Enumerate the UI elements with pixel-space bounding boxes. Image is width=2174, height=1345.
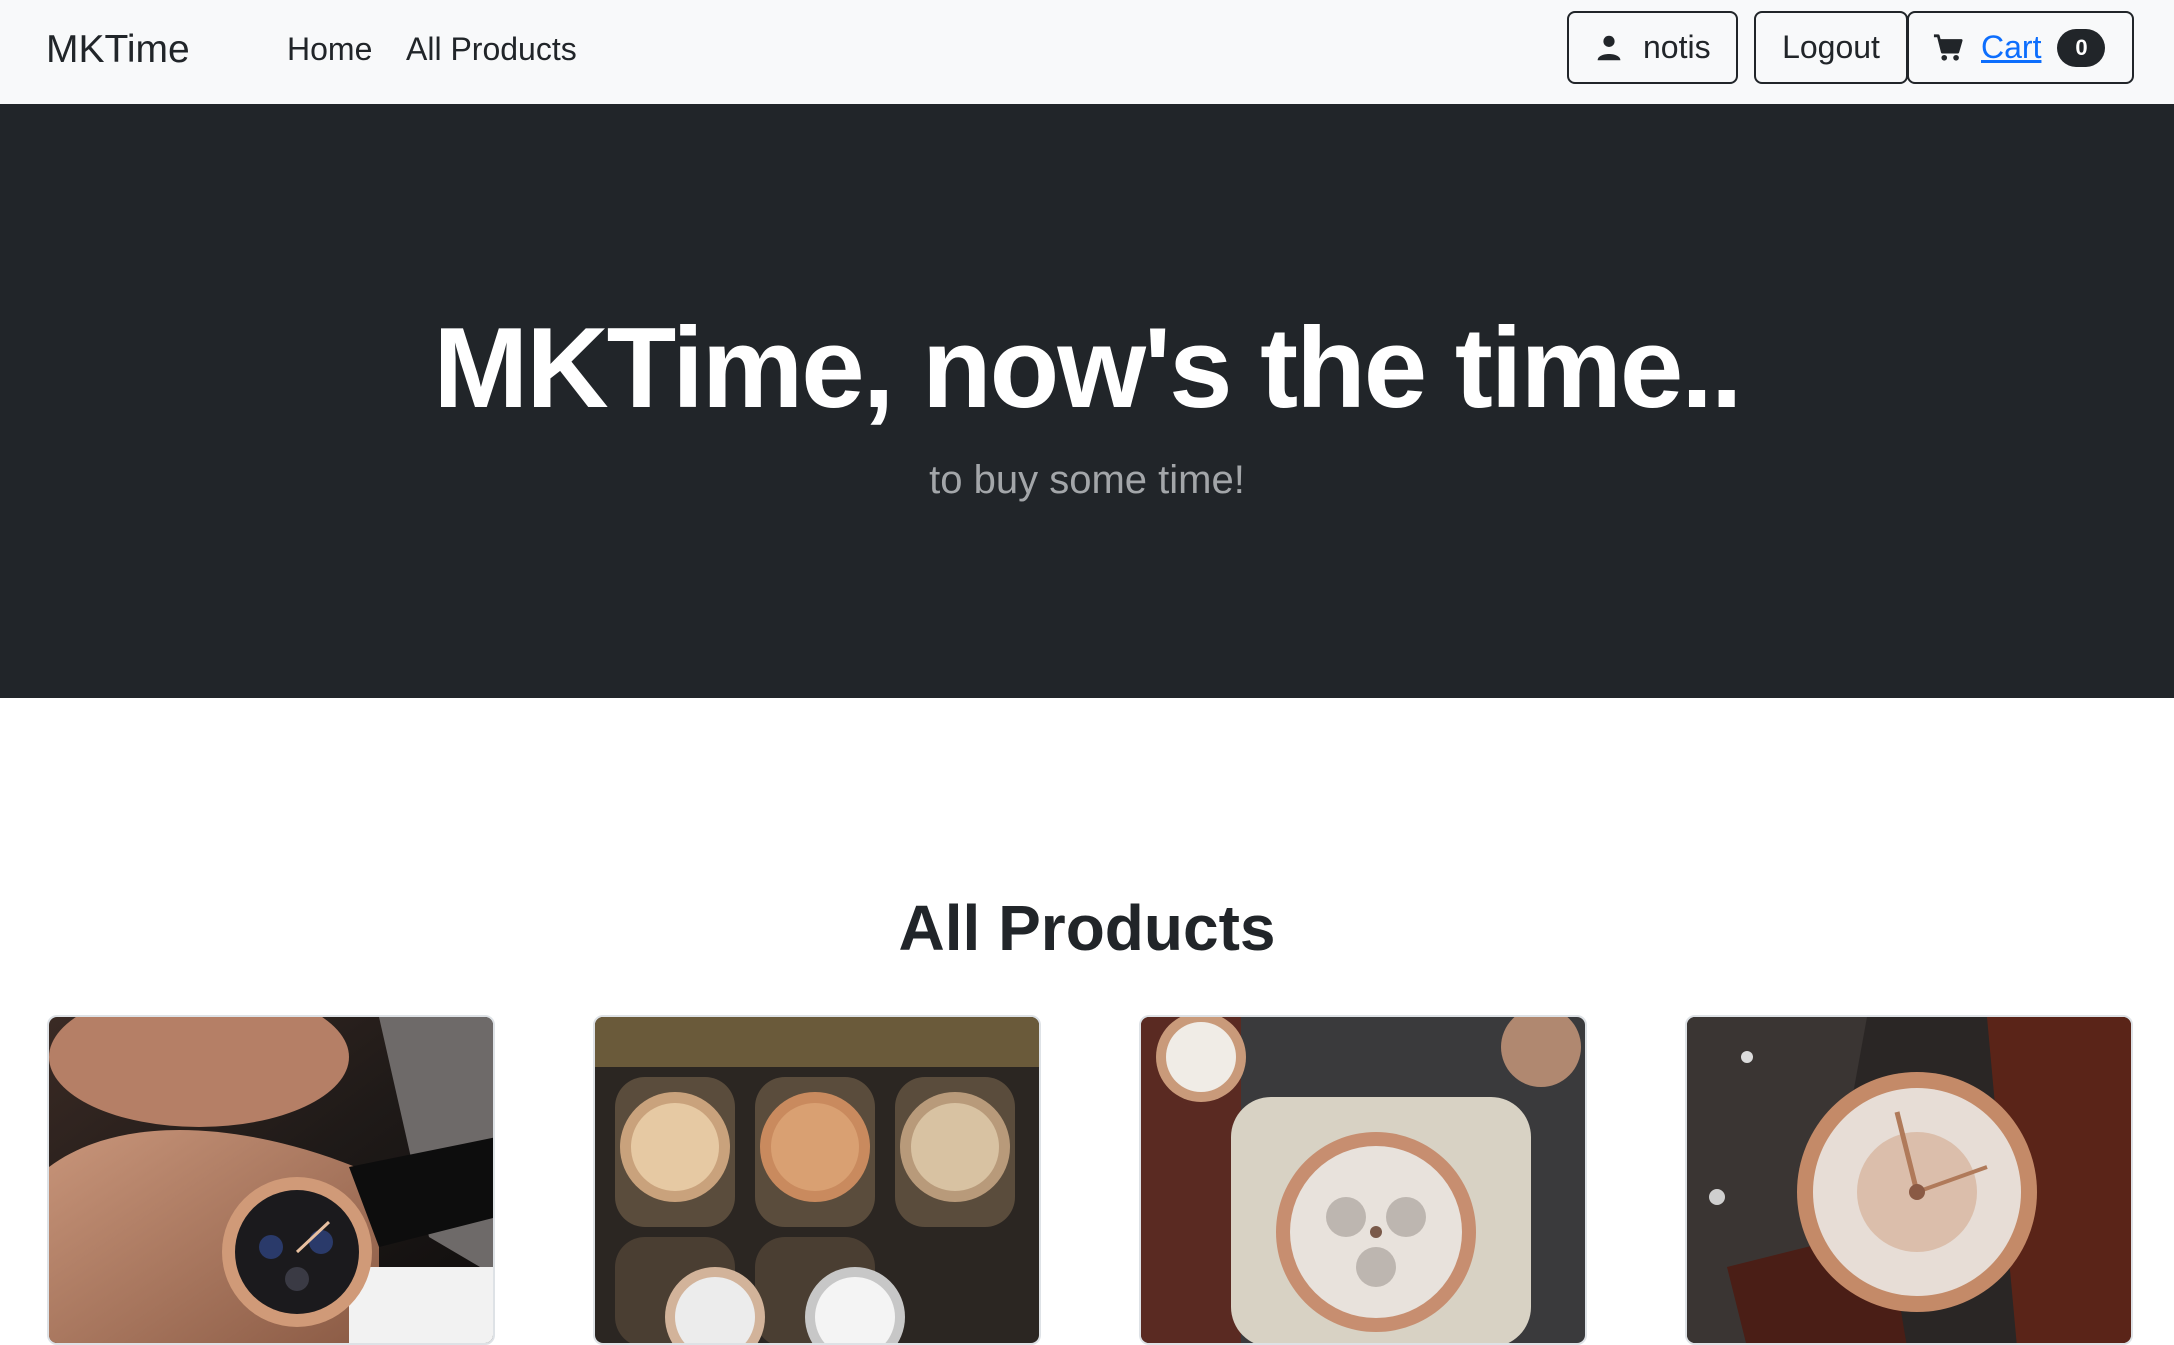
navbar: MKTime Home All Products notis Logout Ca… bbox=[0, 0, 2174, 104]
cart-count-badge: 0 bbox=[2057, 28, 2106, 67]
product-card-1[interactable] bbox=[47, 1015, 495, 1345]
product-image-1[interactable] bbox=[49, 1017, 495, 1345]
product-image-4[interactable] bbox=[1687, 1017, 2133, 1345]
product-image-2[interactable] bbox=[595, 1017, 1041, 1345]
product-image-3[interactable] bbox=[1141, 1017, 1587, 1345]
cart-icon bbox=[1933, 33, 1963, 61]
cart-button[interactable]: Cart 0 bbox=[1907, 11, 2134, 84]
logout-button[interactable]: Logout bbox=[1754, 11, 1908, 84]
user-name-label: notis bbox=[1643, 29, 1711, 65]
brand-logo[interactable]: MKTime bbox=[46, 24, 190, 76]
nav-link-home[interactable]: Home bbox=[287, 26, 372, 72]
product-card-2[interactable] bbox=[593, 1015, 1041, 1345]
user-account-button[interactable]: notis bbox=[1567, 11, 1738, 84]
hero-title: MKTime, now's the time.. bbox=[433, 305, 1742, 432]
product-card-3[interactable] bbox=[1139, 1015, 1587, 1345]
all-products-heading: All Products bbox=[898, 892, 1276, 964]
hero-banner: MKTime, now's the time.. to buy some tim… bbox=[0, 104, 2174, 698]
cart-link[interactable]: Cart bbox=[1981, 29, 2041, 66]
hero-subtitle: to buy some time! bbox=[929, 458, 1245, 502]
nav-link-all-products[interactable]: All Products bbox=[406, 26, 577, 72]
user-icon bbox=[1597, 35, 1621, 60]
product-card-4[interactable] bbox=[1685, 1015, 2133, 1345]
